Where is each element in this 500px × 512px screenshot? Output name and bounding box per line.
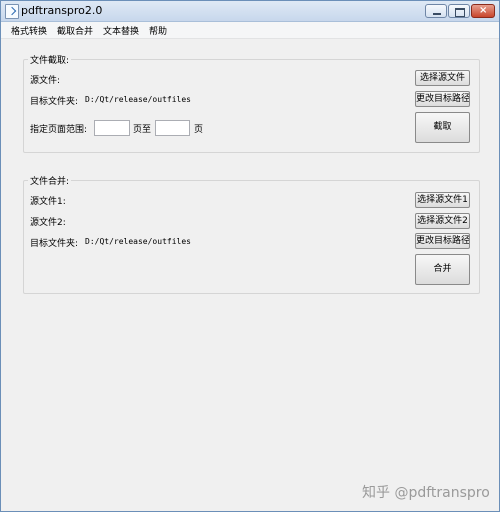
select-source-button[interactable]: 选择源文件: [415, 70, 470, 86]
minimize-button[interactable]: [425, 4, 447, 18]
close-icon: ×: [479, 5, 488, 16]
maximize-button[interactable]: [448, 4, 470, 18]
select-source2-button[interactable]: 选择源文件2: [415, 213, 470, 229]
close-button[interactable]: ×: [471, 4, 495, 18]
page-range-label: 指定页面范围:: [30, 125, 88, 135]
menu-extract-merge[interactable]: 截取合并: [57, 24, 93, 37]
extract-button[interactable]: 截取: [415, 112, 470, 143]
select-source1-button[interactable]: 选择源文件1: [415, 192, 470, 208]
menu-text-replace[interactable]: 文本替换: [103, 24, 139, 37]
watermark: 知乎 @pdftranspro: [362, 485, 490, 501]
extract-source-label: 源文件:: [30, 76, 61, 86]
menu-bar: 格式转换 截取合并 文本替换 帮助: [1, 22, 499, 39]
title-bar: pdftranspro2.0 ×: [1, 1, 499, 22]
extract-change-target-button[interactable]: 更改目标路径: [415, 91, 470, 107]
merge-source2-label: 源文件2:: [30, 218, 66, 228]
merge-change-target-button[interactable]: 更改目标路径: [415, 233, 470, 249]
menu-help[interactable]: 帮助: [149, 24, 167, 37]
window-title: pdftranspro2.0: [21, 4, 103, 17]
extract-target-label: 目标文件夹:: [30, 97, 79, 107]
range-start-input[interactable]: [94, 120, 130, 136]
page-unit-label: 页: [194, 125, 204, 135]
range-end-input[interactable]: [155, 120, 190, 136]
extract-group-title: 文件截取:: [28, 53, 72, 66]
merge-button[interactable]: 合并: [415, 254, 470, 285]
extract-target-path: D:/Qt/release/outfiles: [85, 95, 191, 104]
extract-group: [23, 59, 480, 153]
menu-format-convert[interactable]: 格式转换: [11, 24, 47, 37]
merge-target-path: D:/Qt/release/outfiles: [85, 237, 191, 246]
maximize-icon: [455, 8, 465, 17]
app-icon: [5, 4, 19, 19]
app-window: pdftranspro2.0 × 格式转换 截取合并 文本替换 帮助 文件截取:…: [0, 0, 500, 512]
minimize-icon: [433, 13, 441, 15]
merge-source1-label: 源文件1:: [30, 197, 66, 207]
merge-target-label: 目标文件夹:: [30, 239, 79, 249]
page-to-label: 页至: [133, 125, 152, 135]
merge-group-title: 文件合并:: [28, 174, 72, 187]
